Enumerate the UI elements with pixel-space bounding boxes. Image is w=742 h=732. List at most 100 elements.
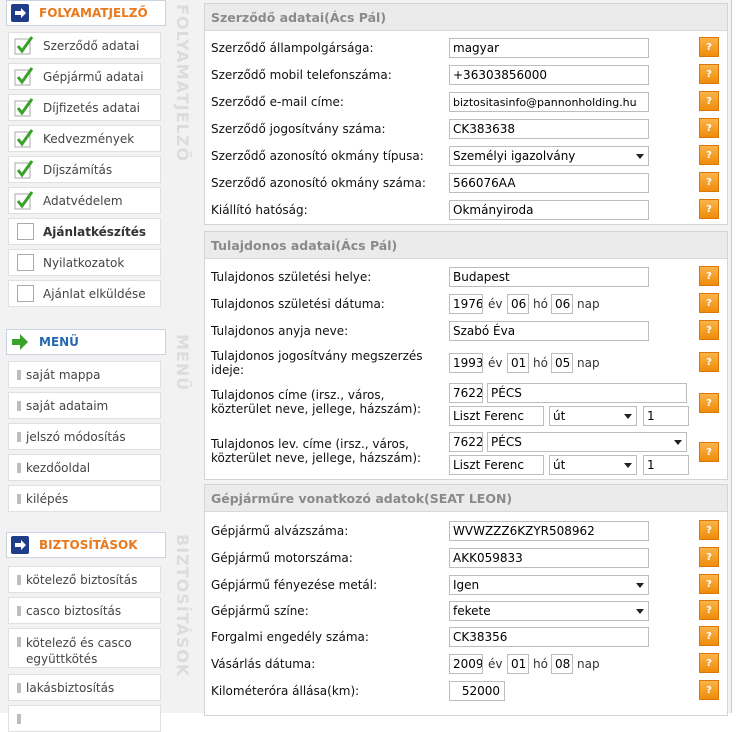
mobile-input[interactable]: +36303856000 — [449, 65, 649, 85]
nationality-input[interactable]: magyar — [449, 38, 649, 58]
menu-item-label: jelszó módosítás — [26, 429, 126, 444]
purchase-year-input[interactable]: 2009 — [449, 654, 483, 674]
mail-zip-input[interactable]: 7622 — [449, 432, 483, 452]
help-button[interactable]: ? — [699, 64, 719, 84]
engine-input[interactable]: AKK059833 — [449, 548, 649, 568]
help-button[interactable]: ? — [699, 199, 719, 219]
menu-item-mandatory[interactable]: kötelező biztosítás — [8, 566, 161, 593]
menu-item-my-folder[interactable]: saját mappa — [8, 361, 161, 388]
metallic-label: Gépjármű fényezése metál: — [211, 578, 378, 592]
help-button[interactable]: ? — [699, 118, 719, 138]
metallic-select[interactable]: Igen — [449, 575, 649, 595]
help-button[interactable]: ? — [699, 547, 719, 567]
street-input[interactable]: Liszt Ferenc — [449, 406, 544, 426]
help-button[interactable]: ? — [699, 266, 719, 286]
zip-input[interactable]: 7622 — [449, 383, 483, 403]
help-button[interactable]: ? — [699, 520, 719, 540]
help-button[interactable]: ? — [699, 626, 719, 646]
license-date-label: Tulajdonos jogosítvány megszerzés ideje: — [211, 349, 423, 377]
chassis-input[interactable]: WVWZZZ6KZYR508962 — [449, 521, 649, 541]
mother-name-input[interactable]: Szabó Éva — [449, 321, 649, 341]
sidebar: FOLYAMATJELZŐ Szerződő adatai Gépjármű a… — [0, 0, 166, 732]
check-icon — [14, 35, 36, 57]
purchase-month-input[interactable]: 01 — [507, 654, 529, 674]
progress-step-privacy[interactable]: Adatvédelem — [8, 187, 161, 214]
house-number-input[interactable]: 1 — [643, 406, 689, 426]
progress-step-contract[interactable]: Szerződő adatai — [8, 32, 161, 59]
help-button[interactable]: ? — [699, 352, 719, 372]
registration-input[interactable]: CK38356 — [449, 627, 649, 647]
id-number-label: Szerződő azonosító okmány száma: — [211, 176, 426, 190]
menu-item-my-data[interactable]: saját adataim — [8, 392, 161, 419]
progress-step-declarations[interactable]: Nyilatkozatok — [8, 249, 161, 276]
menu-item-label: saját mappa — [26, 367, 101, 382]
progress-step-premium[interactable]: Díjszámítás — [8, 156, 161, 183]
arrow-right-icon — [11, 4, 29, 22]
progress-title: FOLYAMATJELZŐ — [39, 6, 148, 20]
help-button[interactable]: ? — [699, 653, 719, 673]
license-year-input[interactable]: 1993 — [449, 353, 483, 373]
mailing-address-label: Tulajdonos lev. címe (irsz., város, közte… — [211, 437, 422, 465]
help-button[interactable]: ? — [699, 91, 719, 111]
menu-item-mandatory-casco[interactable]: kötelező és casco együttkötés — [8, 628, 161, 668]
engine-label: Gépjármű motorszáma: — [211, 551, 353, 565]
menu-item-home[interactable]: kezdőoldal — [8, 454, 161, 481]
mail-house-number-input[interactable]: 1 — [643, 455, 689, 475]
license-input[interactable]: CK383638 — [449, 119, 649, 139]
help-button[interactable]: ? — [699, 172, 719, 192]
color-select[interactable]: fekete — [449, 601, 649, 621]
progress-step-label: Díjszámítás — [43, 162, 113, 177]
menu-item-home-insurance[interactable]: lakásbiztosítás — [8, 674, 161, 701]
street-type-select[interactable]: út — [549, 406, 637, 426]
menu-item-logout[interactable]: kilépés — [8, 485, 161, 512]
birth-year-input[interactable]: 1976 — [449, 294, 483, 314]
progress-step-payment[interactable]: Díjfizetés adatai — [8, 94, 161, 121]
mobile-label: Szerződő mobil telefonszáma: — [211, 68, 392, 82]
checkbox-empty-icon — [14, 252, 36, 274]
progress-step-offer[interactable]: Ajánlatkészítés — [8, 218, 161, 245]
birth-month-input[interactable]: 06 — [507, 294, 529, 314]
email-label: Szerződő e-mail címe: — [211, 95, 344, 109]
mail-street-input[interactable]: Liszt Ferenc — [449, 455, 544, 475]
progress-step-send[interactable]: Ajánlat elküldése — [8, 280, 161, 307]
license-month-input[interactable]: 01 — [507, 353, 529, 373]
odometer-input[interactable]: 52000 — [449, 681, 505, 701]
help-button[interactable]: ? — [699, 145, 719, 165]
progress-step-discounts[interactable]: Kedvezmények — [8, 125, 161, 152]
vehicle-panel-title: Gépjárműre vonatkozó adatok(SEAT LEON) — [205, 485, 727, 512]
help-button[interactable]: ? — [699, 680, 719, 700]
id-number-input[interactable]: 566076AA — [449, 173, 649, 193]
menu-item-label: lakásbiztosítás — [26, 680, 115, 695]
help-button[interactable]: ? — [699, 442, 719, 462]
purchase-day-input[interactable]: 08 — [551, 654, 573, 674]
help-button[interactable]: ? — [699, 293, 719, 313]
email-input[interactable]: biztositasinfo@pannonholding.hu — [449, 92, 649, 112]
owner-panel-title: Tulajdonos adatai(Ács Pál) — [205, 232, 727, 259]
birthplace-label: Tulajdonos születési helye: — [211, 270, 372, 284]
id-type-select[interactable]: Személyi igazolvány — [449, 146, 649, 166]
mail-city-select[interactable]: PÉCS — [487, 432, 687, 452]
vertical-gutter: FOLYAMATJELZŐ MENÜ BIZTOSÍTÁSOK — [166, 0, 200, 713]
city-input[interactable]: PÉCS — [487, 383, 687, 403]
progress-step-vehicle[interactable]: Gépjármű adatai — [8, 63, 161, 90]
menu-item-next[interactable] — [8, 705, 161, 732]
birth-day-input[interactable]: 06 — [551, 294, 573, 314]
help-button[interactable]: ? — [699, 600, 719, 620]
chevron-down-icon — [674, 440, 682, 445]
check-icon — [14, 190, 36, 212]
help-button[interactable]: ? — [699, 320, 719, 340]
scrollbar-track[interactable] — [731, 0, 742, 713]
mail-street-type-select[interactable]: út — [549, 455, 637, 475]
month-unit: hó — [533, 356, 548, 370]
authority-input[interactable]: Okmányiroda — [449, 200, 649, 220]
license-day-input[interactable]: 05 — [551, 353, 573, 373]
birthplace-input[interactable]: Budapest — [449, 267, 649, 287]
gutter-progress-label: FOLYAMATJELZŐ — [173, 4, 192, 162]
help-button[interactable]: ? — [699, 37, 719, 57]
menu-item-password[interactable]: jelszó módosítás — [8, 423, 161, 450]
progress-header: FOLYAMATJELZŐ — [6, 0, 166, 26]
menu-item-casco[interactable]: casco biztosítás — [8, 597, 161, 624]
help-button[interactable]: ? — [699, 574, 719, 594]
owner-panel: Tulajdonos adatai(Ács Pál) Tulajdonos sz… — [204, 231, 728, 480]
help-button[interactable]: ? — [699, 393, 719, 413]
